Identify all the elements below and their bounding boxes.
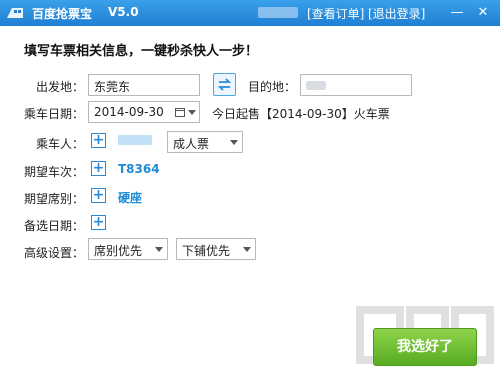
priority-select-2[interactable]: 下铺优先 [176, 238, 256, 260]
from-station-input[interactable]: 东莞东 [88, 74, 200, 96]
priority-2-value: 下铺优先 [182, 244, 231, 258]
priority-select-1[interactable]: 席别优先 [88, 238, 168, 260]
seat-type[interactable]: 硬座 [118, 189, 142, 206]
train-label: 期望车次： [24, 165, 85, 179]
to-label: 目的地： [248, 80, 297, 94]
train-logo-icon [7, 8, 23, 18]
advanced-settings-label: 高级设置： [24, 246, 85, 260]
swap-stations-button[interactable] [213, 73, 236, 96]
date-value: 2014-09-30 [94, 105, 164, 119]
add-backup-date-button[interactable]: + [91, 215, 106, 230]
close-button[interactable]: ✕ [474, 4, 492, 22]
app-version: V5.0 [108, 5, 139, 19]
add-seat-button[interactable]: + [91, 188, 106, 203]
backup-date-label: 备选日期： [24, 219, 85, 233]
priority-1-value: 席别优先 [94, 244, 143, 258]
date-picker[interactable]: 2014-09-30 [88, 101, 200, 123]
ticket-type-select[interactable]: 成人票 [167, 131, 243, 153]
to-station-input[interactable] [300, 74, 412, 96]
ticket-type-value: 成人票 [173, 137, 210, 151]
blurred-passenger-name [118, 135, 152, 145]
chevron-down-icon [188, 110, 196, 115]
chevron-down-icon [243, 247, 251, 252]
date-label: 乘车日期： [24, 107, 85, 121]
page-headline: 填写车票相关信息，一键秒杀快人一步！ [24, 44, 259, 59]
add-train-button[interactable]: + [91, 161, 106, 176]
logout-link[interactable]: [退出登录] [368, 5, 425, 22]
chevron-down-icon [230, 140, 238, 145]
blurred-destination [306, 81, 326, 90]
seat-label: 期望席别： [24, 192, 85, 206]
passenger-label: 乘车人： [36, 137, 85, 151]
minimize-button[interactable]: — [448, 4, 466, 22]
title-bar: 百度抢票宝 V5.0 [查看订单] [退出登录] — ✕ [0, 0, 500, 26]
add-passenger-button[interactable]: + [91, 133, 106, 148]
chevron-down-icon [155, 247, 163, 252]
blurred-username [258, 7, 298, 18]
sale-date-note: 今日起售【2014-09-30】火车票 [212, 107, 390, 121]
swap-icon [217, 78, 232, 91]
view-orders-link[interactable]: [查看订单] [307, 5, 364, 22]
submit-button[interactable]: 我选好了 [373, 328, 477, 366]
train-number[interactable]: T8364 [118, 162, 160, 176]
app-title: 百度抢票宝 [32, 7, 93, 21]
calendar-icon [175, 108, 185, 117]
from-label: 出发地： [36, 80, 85, 94]
